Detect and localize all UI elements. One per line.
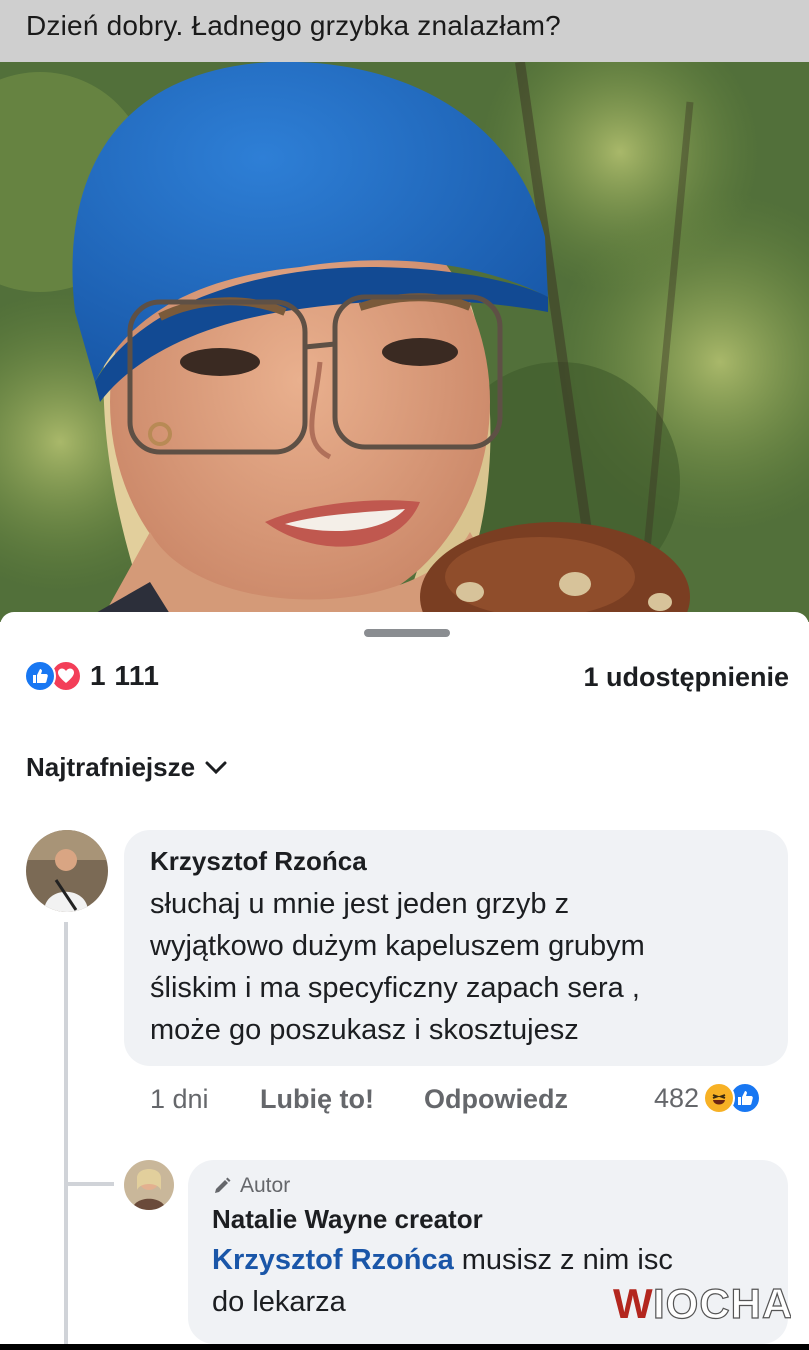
comment-sort-dropdown[interactable]: Najtrafniejsze bbox=[26, 752, 227, 783]
post-reactions[interactable]: 1 111 bbox=[24, 660, 159, 692]
watermark-logo: W IOCHA bbox=[613, 1278, 793, 1336]
comment-time: 1 dni bbox=[150, 1084, 209, 1114]
like-icon bbox=[24, 660, 56, 692]
sort-label: Najtrafniejsze bbox=[26, 752, 196, 782]
comment-line: wyjątkowo dużym kapeluszem grubym bbox=[150, 930, 645, 962]
comments-sheet: 1 111 1 udostępnienie Najtrafniejsze Krz… bbox=[0, 612, 809, 1350]
thread-line bbox=[64, 922, 68, 1350]
shares-count[interactable]: 1 udostępnienie bbox=[583, 662, 789, 693]
chevron-down-icon bbox=[205, 761, 227, 774]
thread-branch bbox=[64, 1182, 114, 1186]
pencil-icon bbox=[215, 1177, 231, 1193]
comment-reactions[interactable]: 482 bbox=[654, 1082, 762, 1114]
reply-avatar[interactable] bbox=[124, 1160, 174, 1210]
comment-line: słuchaj u mnie jest jeden grzyb z bbox=[150, 888, 570, 920]
bottom-edge bbox=[0, 1344, 809, 1350]
like-button[interactable]: Lubię to! bbox=[260, 1084, 374, 1115]
comment-author[interactable]: Krzysztof Rzońca bbox=[150, 846, 762, 877]
caption-bar: Dzień dobry. Ładnego grzybka znalazłam? bbox=[0, 0, 809, 62]
author-badge: Autor bbox=[212, 1174, 764, 1198]
svg-text:W: W bbox=[613, 1280, 654, 1326]
comment-bubble[interactable]: Krzysztof Rzońca słuchaj u mnie jest jed… bbox=[124, 830, 788, 1066]
comment-line: śliskim i ma specyficzny zapach sera , bbox=[150, 972, 640, 1004]
reply-text-line: musisz z nim isc bbox=[453, 1244, 673, 1276]
comment-reaction-count: 482 bbox=[654, 1082, 700, 1113]
avatar[interactable] bbox=[26, 830, 108, 912]
svg-text:IOCHA: IOCHA bbox=[653, 1280, 791, 1326]
reaction-count: 1 111 bbox=[90, 660, 160, 691]
comment-line: może go poszukasz i skosztujesz bbox=[150, 1014, 579, 1046]
photo-illustration bbox=[0, 62, 809, 622]
haha-icon bbox=[703, 1082, 736, 1114]
mention-link[interactable]: Krzysztof Rzońca bbox=[212, 1244, 454, 1276]
post-caption: Dzień dobry. Ładnego grzybka znalazłam? bbox=[26, 10, 561, 41]
comment-text: słuchaj u mnie jest jeden grzyb z wyjątk… bbox=[150, 883, 762, 1051]
reply-author[interactable]: Natalie Wayne creator bbox=[212, 1204, 764, 1235]
reply-button[interactable]: Odpowiedz bbox=[424, 1084, 568, 1115]
post-photo[interactable] bbox=[0, 62, 809, 622]
sheet-drag-handle[interactable] bbox=[364, 629, 450, 637]
author-badge-label: Autor bbox=[240, 1174, 291, 1197]
